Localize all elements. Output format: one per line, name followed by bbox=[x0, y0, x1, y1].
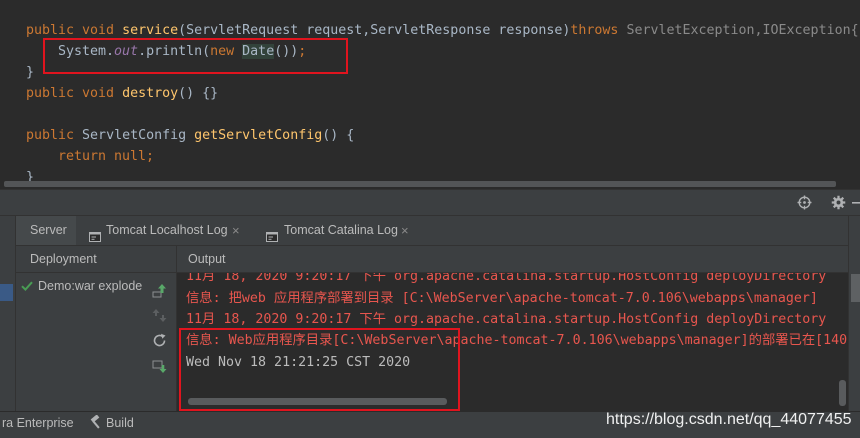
tab-close-button[interactable]: × bbox=[232, 216, 240, 245]
deployment-toolbar bbox=[147, 273, 176, 411]
editor-horizontal-scrollbar[interactable] bbox=[4, 181, 836, 187]
deployment-list: Demo:war explode bbox=[16, 273, 147, 411]
code-token: public void bbox=[26, 86, 123, 101]
code-token: public void bbox=[26, 23, 123, 38]
status-item-enterprise[interactable]: ra Enterprise bbox=[2, 414, 74, 432]
right-tool-stripe bbox=[848, 216, 860, 411]
status-item-build[interactable]: Build bbox=[106, 414, 134, 432]
list-item[interactable]: Demo:war explode bbox=[16, 276, 147, 296]
code-line-get-servlet-config: public ServletConfig getServletConfig() … bbox=[26, 125, 354, 146]
watermark: https://blog.csdn.net/qq_44077455 bbox=[600, 409, 858, 433]
code-token: ServletConfig bbox=[82, 128, 195, 143]
code-token: (ServletRequest request,ServletResponse … bbox=[178, 23, 571, 38]
hammer-icon[interactable] bbox=[89, 414, 103, 429]
tab-label: Tomcat Catalina Log bbox=[284, 223, 398, 237]
tab-label: Tomcat Localhost Log bbox=[106, 223, 228, 237]
tab-label: Server bbox=[30, 223, 67, 237]
code-token: } bbox=[26, 65, 35, 80]
left-tool-stripe bbox=[0, 216, 16, 411]
code-line-return: return null; bbox=[58, 146, 154, 167]
output-header: Output bbox=[188, 252, 226, 266]
code-line-destroy: public void destroy() {} bbox=[26, 83, 218, 104]
update-icon[interactable] bbox=[152, 359, 167, 374]
code-token: destroy bbox=[122, 86, 179, 101]
code-line-close-brace: } bbox=[26, 62, 34, 83]
annotation-box-output bbox=[179, 328, 460, 411]
log-line: 信息: 把web 应用程序部署到目录 [C:\WebServer\apache-… bbox=[186, 290, 818, 306]
refresh-icon[interactable] bbox=[152, 333, 167, 348]
code-token: getServletConfig bbox=[194, 128, 323, 143]
code-token: throws bbox=[570, 23, 627, 38]
tool-window-header bbox=[0, 189, 860, 216]
code-token: () {} bbox=[178, 86, 219, 101]
output-vertical-scrollbar[interactable] bbox=[839, 380, 846, 406]
undeploy-icon bbox=[152, 308, 167, 323]
hide-icon[interactable] bbox=[852, 195, 860, 210]
code-token: () { bbox=[322, 128, 355, 143]
gear-icon[interactable] bbox=[831, 195, 846, 210]
code-editor[interactable]: public void service(ServletRequest reque… bbox=[0, 0, 860, 189]
tab-tomcat-catalina-log[interactable]: Tomcat Catalina Log × bbox=[261, 216, 421, 245]
code-token: ServletException,IOException{ bbox=[626, 23, 859, 38]
right-stripe-button[interactable] bbox=[851, 274, 860, 302]
tab-server[interactable]: Server bbox=[16, 216, 76, 245]
log-line: 11月 18, 2020 9:20:17 下午 org.apache.catal… bbox=[186, 273, 827, 285]
check-icon bbox=[21, 280, 33, 292]
deployment-header: Deployment bbox=[30, 252, 97, 266]
console-log-icon bbox=[266, 225, 278, 242]
deploy-icon[interactable] bbox=[152, 283, 167, 298]
code-token: service bbox=[122, 23, 179, 38]
code-token: public bbox=[26, 128, 83, 143]
run-tabs: Server Tomcat Localhost Log × Tomcat Cat… bbox=[16, 216, 848, 246]
deployment-item-label: Demo:war explode bbox=[38, 279, 143, 293]
crosshair-icon[interactable] bbox=[797, 195, 812, 210]
watermark-text: https://blog.csdn.net/qq_44077455 bbox=[606, 411, 852, 428]
console-log-icon bbox=[89, 225, 101, 242]
tab-tomcat-localhost-log[interactable]: Tomcat Localhost Log × bbox=[84, 216, 250, 245]
panel-headers: Deployment Output bbox=[16, 246, 848, 273]
tab-close-button[interactable]: × bbox=[401, 216, 409, 245]
left-stripe-button[interactable] bbox=[0, 284, 13, 301]
code-token: return null; bbox=[58, 149, 155, 164]
annotation-box-code bbox=[43, 38, 348, 74]
